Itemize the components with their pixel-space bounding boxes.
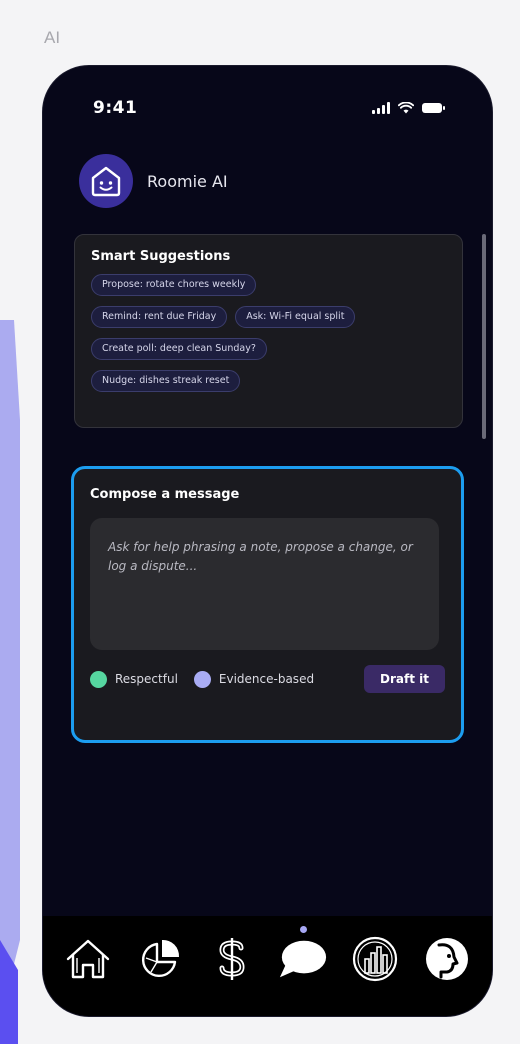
suggestion-row: Propose: rotate chores weekly: [91, 274, 446, 296]
tone-option-respectful[interactable]: Respectful: [90, 670, 178, 688]
suggestion-chip[interactable]: Ask: Wi-Fi equal split: [235, 306, 356, 328]
suggestion-row: Create poll: deep clean Sunday?: [91, 338, 446, 360]
suggestion-chip[interactable]: Nudge: dishes streak reset: [91, 370, 241, 392]
tone-option-evidence-based[interactable]: Evidence-based: [193, 670, 315, 688]
pie-chart-icon: [141, 939, 179, 978]
suggestions-title: Smart Suggestions: [91, 249, 231, 264]
suggestion-row: Nudge: dishes streak reset: [91, 370, 446, 392]
tab-insights[interactable]: [135, 934, 185, 984]
chat-icon: [280, 940, 327, 978]
tone-dot-icon: [193, 670, 211, 688]
dollar-icon: [219, 938, 245, 980]
tone-dot-icon: [90, 670, 107, 688]
smart-suggestions-card: Smart Suggestions Propose: rotate chores…: [74, 234, 463, 428]
status-icons: [372, 102, 445, 114]
suggestion-row: Remind: rent due Friday Ask: Wi-Fi equal…: [91, 306, 446, 328]
tab-chat[interactable]: [278, 926, 328, 984]
suggestion-chip[interactable]: Remind: rent due Friday: [91, 306, 228, 328]
tab-expenses[interactable]: [207, 934, 257, 984]
chat-header: Roomie AI: [79, 154, 228, 208]
ai-face-icon: [425, 938, 468, 980]
tab-analytics[interactable]: [350, 934, 400, 984]
status-time: 9:41: [93, 98, 138, 118]
active-tab-indicator: [300, 926, 308, 933]
phone-frame: 9:41 Roomie AI Smart Suggestions Propose…: [43, 66, 492, 1016]
draft-it-button[interactable]: Draft it: [364, 665, 445, 693]
suggestion-chip[interactable]: Create poll: deep clean Sunday?: [91, 338, 267, 360]
signal-icon: [372, 102, 390, 114]
tab-bar: [43, 916, 492, 1016]
compose-input[interactable]: [90, 518, 439, 650]
home-icon: [66, 939, 110, 979]
compose-title: Compose a message: [90, 487, 240, 502]
tone-label: Respectful: [115, 672, 178, 686]
scrollbar[interactable]: [482, 234, 486, 439]
tab-ai[interactable]: [422, 934, 472, 984]
bar-chart-icon: [353, 936, 398, 982]
smiley-house-icon: [91, 166, 121, 197]
tab-home[interactable]: [63, 934, 113, 984]
tone-label: Evidence-based: [218, 672, 315, 686]
status-bar: 9:41: [43, 66, 492, 146]
suggestion-chip[interactable]: Propose: rotate chores weekly: [91, 274, 257, 296]
wifi-icon: [398, 102, 414, 114]
compose-card: Compose a message Respectful Evidence-ba…: [71, 466, 464, 743]
app-name: Roomie AI: [147, 171, 228, 191]
battery-icon: [422, 103, 445, 113]
compose-footer: Respectful Evidence-based Draft it: [90, 664, 445, 694]
page-label: AI: [44, 28, 61, 47]
avatar[interactable]: [79, 154, 133, 208]
